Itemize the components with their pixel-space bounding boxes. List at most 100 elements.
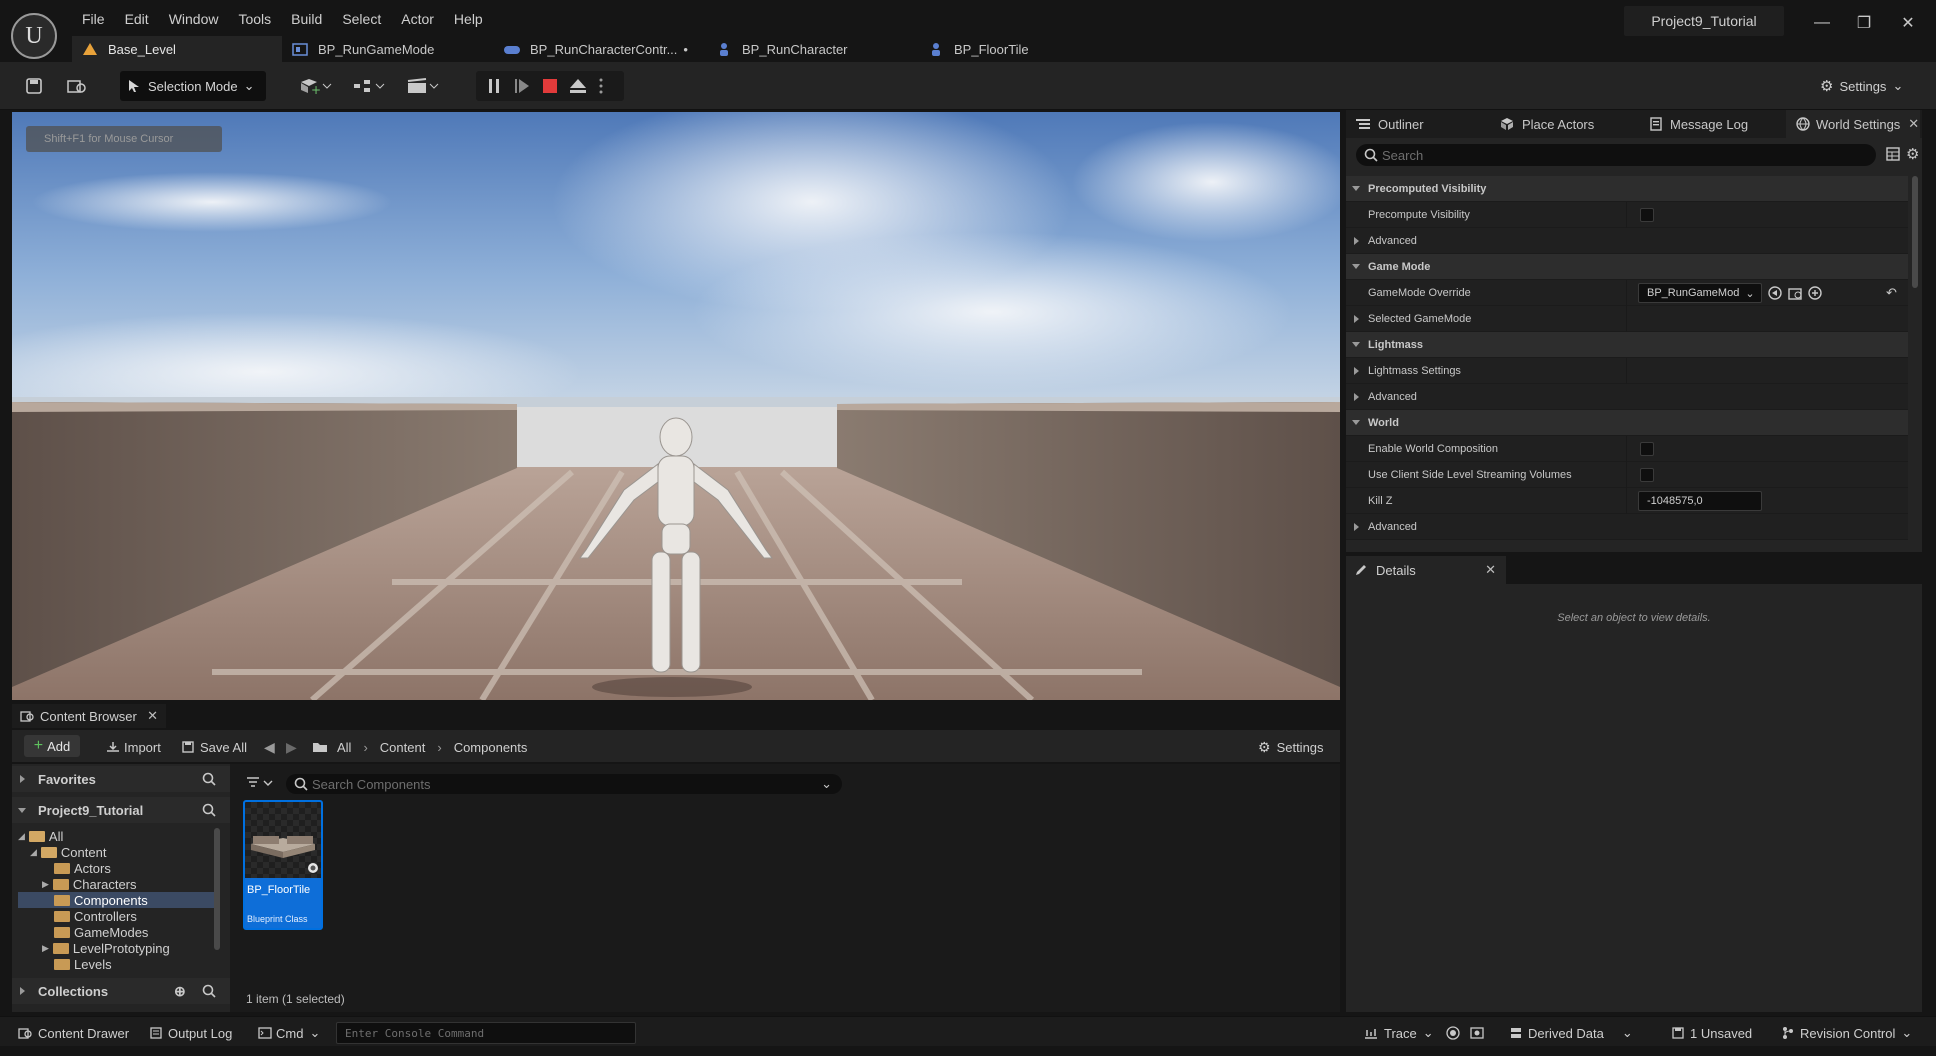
enable-world-composition-checkbox[interactable] bbox=[1640, 441, 1654, 456]
row-advanced[interactable]: Advanced bbox=[1346, 514, 1908, 540]
category-lightmass[interactable]: Lightmass bbox=[1346, 332, 1908, 358]
tab-content-browser[interactable]: Content Browser ✕ bbox=[12, 704, 166, 728]
breadcrumb-content[interactable]: Content bbox=[380, 740, 426, 755]
save-icon[interactable] bbox=[22, 73, 46, 99]
close-tab-icon[interactable]: ✕ bbox=[147, 708, 158, 724]
output-log-button[interactable]: Output Log bbox=[150, 1023, 232, 1043]
unreal-logo-icon[interactable]: U bbox=[11, 13, 57, 59]
menu-file[interactable]: File bbox=[72, 6, 115, 32]
collections-header[interactable]: Collections ⊕ bbox=[12, 978, 230, 1004]
tree-item-characters[interactable]: ▶ Characters bbox=[42, 876, 137, 892]
tab-bp-runcharactercontroller[interactable]: BP_RunCharacterContr... • bbox=[494, 36, 706, 62]
unsaved-button[interactable]: 1 Unsaved bbox=[1672, 1023, 1752, 1043]
screenshot-icon[interactable] bbox=[1470, 1023, 1484, 1043]
menu-actor[interactable]: Actor bbox=[391, 6, 444, 32]
add-collection-icon[interactable]: ⊕ bbox=[174, 983, 186, 1000]
menu-edit[interactable]: Edit bbox=[115, 6, 159, 32]
chevron-down-icon[interactable]: ⌄ bbox=[821, 776, 832, 792]
search-icon[interactable] bbox=[202, 984, 216, 998]
row-selected-gamemode[interactable]: Selected GameMode bbox=[1346, 306, 1908, 332]
category-precomputed-visibility[interactable]: Precomputed Visibility bbox=[1346, 176, 1908, 202]
content-drawer-button[interactable]: Content Drawer bbox=[18, 1023, 129, 1043]
tree-item-all[interactable]: ◢ All bbox=[18, 828, 63, 844]
column-divider[interactable] bbox=[1626, 306, 1627, 332]
close-window-icon[interactable]: ✕ bbox=[1890, 10, 1926, 36]
tree-item-components[interactable]: Components bbox=[18, 892, 214, 908]
menu-window[interactable]: Window bbox=[159, 6, 229, 32]
tab-bp-runcharacter[interactable]: BP_RunCharacter bbox=[706, 36, 918, 62]
tab-bp-rungamemode[interactable]: BP_RunGameMode bbox=[282, 36, 494, 62]
menu-help[interactable]: Help bbox=[444, 6, 493, 32]
client-streaming-checkbox[interactable] bbox=[1640, 467, 1654, 482]
reset-to-default-icon[interactable]: ↶ bbox=[1886, 285, 1897, 301]
search-icon[interactable] bbox=[202, 803, 216, 817]
browse-content-icon[interactable] bbox=[64, 73, 90, 99]
trace-dropdown[interactable]: Trace ⌄ bbox=[1364, 1023, 1434, 1043]
row-advanced[interactable]: Advanced bbox=[1346, 384, 1908, 410]
tree-item-controllers[interactable]: Controllers bbox=[54, 908, 137, 924]
tree-item-levels[interactable]: Levels bbox=[54, 956, 112, 972]
level-viewport[interactable]: Shift+F1 for Mouse Cursor bbox=[12, 112, 1340, 700]
add-new-icon[interactable] bbox=[1808, 286, 1822, 300]
project-header[interactable]: Project9_Tutorial bbox=[12, 797, 230, 823]
column-divider[interactable] bbox=[1626, 436, 1627, 462]
add-actor-icon[interactable]: + bbox=[296, 73, 336, 99]
save-all-button[interactable]: Save All bbox=[182, 736, 247, 758]
chevron-right-icon[interactable]: › bbox=[363, 740, 367, 755]
menu-build[interactable]: Build bbox=[281, 6, 332, 32]
scrollbar[interactable] bbox=[1912, 176, 1918, 288]
tab-outliner[interactable]: Outliner bbox=[1346, 110, 1482, 138]
history-forward-icon[interactable]: ▶ bbox=[286, 736, 297, 758]
tab-world-settings[interactable]: World Settings ✕ bbox=[1786, 110, 1920, 138]
revision-control-dropdown[interactable]: Revision Control ⌄ bbox=[1782, 1023, 1912, 1043]
favorites-header[interactable]: Favorites bbox=[12, 766, 230, 792]
breadcrumb-components[interactable]: Components bbox=[454, 740, 528, 755]
folder-icon[interactable] bbox=[312, 736, 328, 758]
cmd-dropdown[interactable]: Cmd ⌄ bbox=[258, 1023, 320, 1043]
frame-skip-icon[interactable] bbox=[512, 73, 532, 99]
tab-details[interactable]: Details ✕ bbox=[1346, 556, 1506, 584]
eject-icon[interactable] bbox=[568, 73, 588, 99]
view-options-icon[interactable] bbox=[1886, 147, 1900, 161]
asset-tile-bp-floortile[interactable]: BP_FloorTile Blueprint Class bbox=[243, 800, 323, 930]
world-settings-search-input[interactable]: Search bbox=[1356, 144, 1876, 166]
tab-bp-floortile[interactable]: BP_FloorTile bbox=[918, 36, 1130, 62]
history-back-icon[interactable]: ◀ bbox=[264, 736, 275, 758]
tab-message-log[interactable]: Message Log bbox=[1640, 110, 1786, 138]
chevron-right-icon[interactable]: › bbox=[437, 740, 441, 755]
blueprint-menu-icon[interactable] bbox=[350, 73, 390, 99]
cinematics-icon[interactable] bbox=[404, 73, 444, 99]
menu-tools[interactable]: Tools bbox=[228, 6, 281, 32]
column-divider[interactable] bbox=[1626, 488, 1627, 514]
restore-icon[interactable]: ❐ bbox=[1846, 10, 1882, 36]
tab-place-actors[interactable]: Place Actors bbox=[1490, 110, 1640, 138]
search-components-input[interactable]: Search Components ⌄ bbox=[286, 774, 842, 794]
row-advanced[interactable]: Advanced bbox=[1346, 228, 1908, 254]
stop-icon[interactable] bbox=[540, 73, 560, 99]
selection-mode-dropdown[interactable]: Selection Mode ⌄ bbox=[120, 71, 266, 101]
toolbar-settings-button[interactable]: ⚙ Settings ⌄ bbox=[1820, 77, 1903, 95]
record-icon[interactable] bbox=[1446, 1023, 1460, 1043]
gear-icon[interactable]: ⚙ bbox=[1906, 145, 1919, 163]
more-options-icon[interactable] bbox=[594, 73, 608, 99]
tree-item-actors[interactable]: Actors bbox=[54, 860, 111, 876]
tree-item-gamemodes[interactable]: GameModes bbox=[54, 924, 148, 940]
minimize-icon[interactable]: — bbox=[1804, 10, 1840, 36]
precompute-visibility-checkbox[interactable] bbox=[1640, 207, 1654, 222]
gamemode-override-dropdown[interactable]: BP_RunGameMod ⌄ bbox=[1638, 283, 1762, 303]
close-tab-icon[interactable]: ✕ bbox=[1908, 116, 1919, 132]
menu-select[interactable]: Select bbox=[332, 6, 391, 32]
column-divider[interactable] bbox=[1626, 202, 1627, 228]
kill-z-input[interactable]: -1048575,0 bbox=[1638, 491, 1762, 511]
column-divider[interactable] bbox=[1626, 358, 1627, 384]
add-button[interactable]: + Add bbox=[24, 735, 80, 757]
import-button[interactable]: Import bbox=[106, 736, 161, 758]
category-world[interactable]: World bbox=[1346, 410, 1908, 436]
close-tab-icon[interactable]: ✕ bbox=[1485, 562, 1496, 578]
column-divider[interactable] bbox=[1626, 462, 1627, 488]
derived-data-dropdown[interactable]: Derived Data ⌄ bbox=[1510, 1023, 1633, 1043]
breadcrumb-all[interactable]: All bbox=[337, 740, 351, 755]
content-browser-settings-button[interactable]: ⚙ Settings bbox=[1258, 736, 1324, 758]
tab-base-level[interactable]: Base_Level bbox=[72, 36, 282, 62]
console-command-input[interactable]: Enter Console Command bbox=[336, 1022, 636, 1044]
